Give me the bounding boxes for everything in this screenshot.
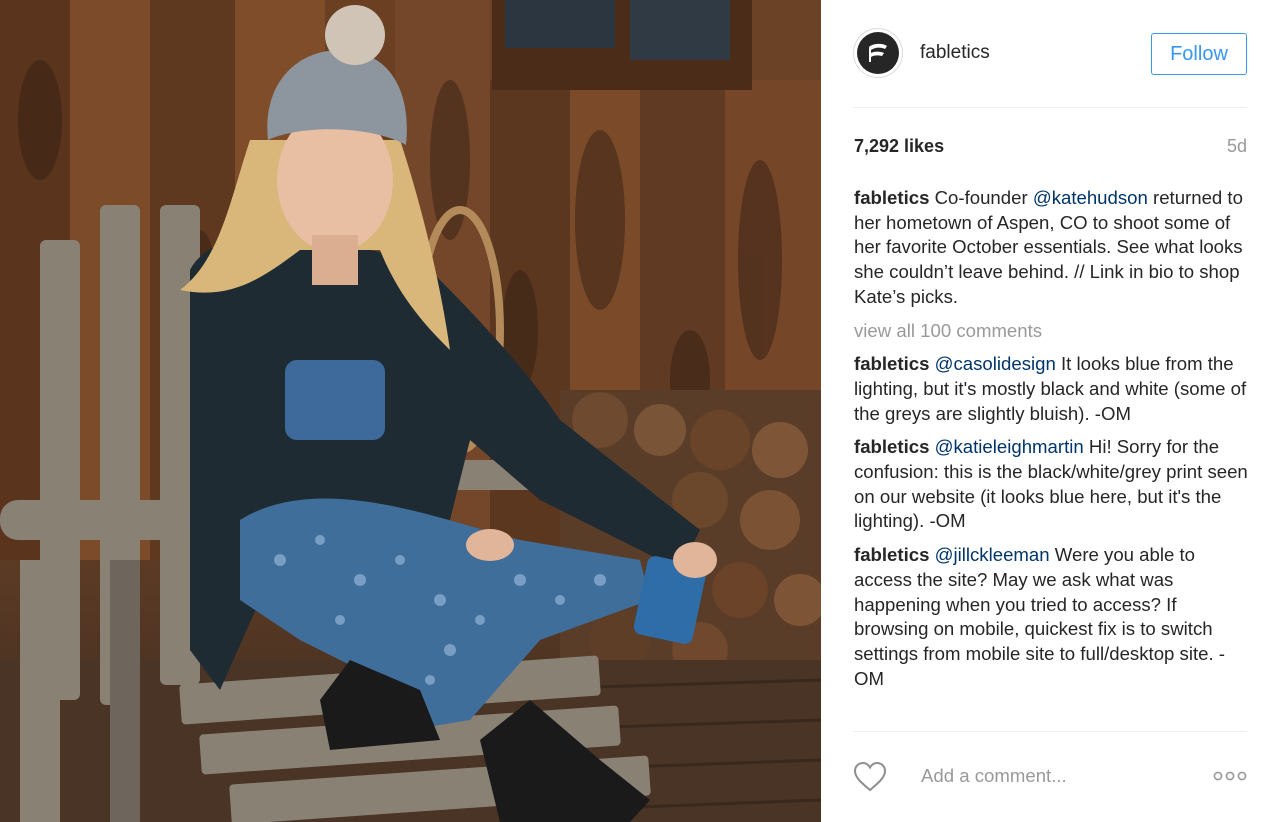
post-header: fabletics Follow <box>853 28 1247 80</box>
comments-section: fabletics Co-founder @katehudson returne… <box>854 186 1250 700</box>
more-options-icon[interactable] <box>1213 767 1247 785</box>
comment-mention[interactable]: @casolidesign <box>935 353 1056 374</box>
follow-button[interactable]: Follow <box>1151 33 1247 75</box>
post-details-panel: fabletics Follow 7,292 likes 5d fabletic… <box>821 0 1280 822</box>
post-age: 5d <box>1226 136 1247 156</box>
comment-text: Were you able to access the site? May we… <box>854 544 1225 689</box>
caption-mention[interactable]: @katehudson <box>1033 187 1148 208</box>
caption-author[interactable]: fabletics <box>854 187 929 208</box>
comment-mention[interactable]: @katieleighmartin <box>935 436 1084 457</box>
likes-count[interactable]: 7,292 likes <box>854 136 944 157</box>
comment-item: fabletics @jillckleeman Were you able to… <box>854 543 1250 691</box>
comment-item: fabletics @casolidesign It looks blue fr… <box>854 352 1250 426</box>
caption: fabletics Co-founder @katehudson returne… <box>854 186 1250 310</box>
post-modal: fabletics Follow 7,292 likes 5d fabletic… <box>0 0 1280 822</box>
post-meta: 7,292 likes 5d <box>854 136 1247 160</box>
comment-author[interactable]: fabletics <box>854 544 929 565</box>
view-all-comments-link[interactable]: view all 100 comments <box>854 319 1250 344</box>
comment-mention[interactable]: @jillckleeman <box>935 544 1050 565</box>
add-comment-row <box>853 759 1247 795</box>
comment-author[interactable]: fabletics <box>854 436 929 457</box>
footer-divider <box>853 731 1247 732</box>
profile-avatar[interactable] <box>853 28 903 78</box>
comment-item: fabletics @katieleighmartin Hi! Sorry fo… <box>854 435 1250 534</box>
comment-author[interactable]: fabletics <box>854 353 929 374</box>
add-comment-input[interactable] <box>921 763 1191 789</box>
caption-prefix: Co-founder <box>934 187 1028 208</box>
header-divider <box>853 107 1247 108</box>
post-photo[interactable] <box>0 0 821 822</box>
username-link[interactable]: fabletics <box>920 42 990 64</box>
photo-illustration <box>0 0 821 822</box>
heart-outline-icon[interactable] <box>853 761 887 793</box>
fabletics-logo-icon <box>857 32 899 74</box>
